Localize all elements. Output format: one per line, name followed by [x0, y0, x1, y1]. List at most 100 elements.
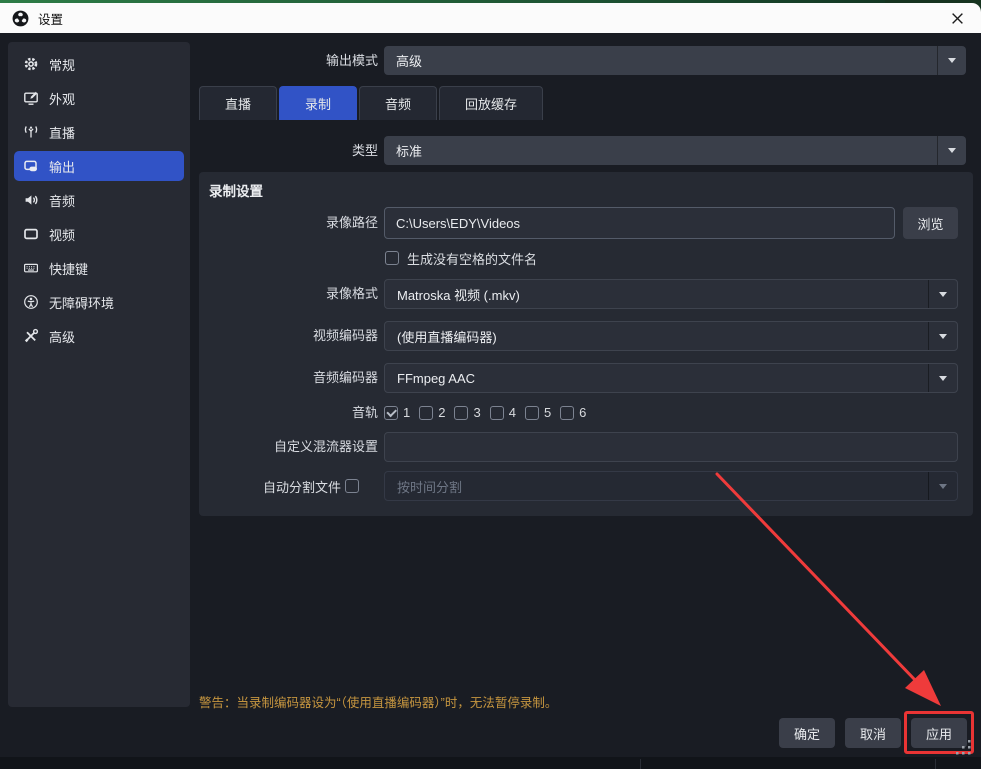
gear-icon: [23, 56, 39, 72]
no-space-filename-row: 生成没有空格的文件名: [385, 250, 537, 266]
tab-replay-buffer[interactable]: 回放缓存: [439, 86, 543, 120]
accessibility-icon: [23, 294, 39, 310]
tab-label: 直播: [225, 94, 251, 113]
sidebar-item-label: 快捷键: [49, 259, 88, 278]
output-mode-label: 输出模式: [199, 46, 378, 75]
audio-icon: [23, 192, 39, 208]
output-icon: [23, 158, 39, 174]
video-icon: [23, 226, 39, 242]
dropdown-arrow-cell: [937, 46, 966, 75]
close-button[interactable]: [942, 5, 972, 31]
audio-track-number: 3: [473, 405, 480, 420]
settings-window: 设置 常规 外观 直播: [0, 0, 981, 769]
video-encoder-label: 视频编码器: [199, 321, 378, 351]
divider: [640, 759, 641, 769]
sidebar-item-audio[interactable]: 音频: [14, 185, 184, 215]
tab-label: 回放缓存: [465, 94, 517, 113]
sidebar-item-output[interactable]: 输出: [14, 151, 184, 181]
ok-button[interactable]: 确定: [779, 718, 835, 748]
recording-settings-header: 录制设置: [209, 180, 263, 200]
dropdown-arrow-cell: [928, 364, 957, 392]
recording-format-label: 录像格式: [199, 279, 378, 309]
recording-format-select[interactable]: Matroska 视频 (.mkv): [384, 279, 958, 309]
tab-stream[interactable]: 直播: [199, 86, 277, 120]
audio-track-6-checkbox[interactable]: [560, 406, 574, 420]
tab-audio[interactable]: 音频: [359, 86, 437, 120]
type-select[interactable]: 标准: [384, 136, 966, 165]
output-mode-select[interactable]: 高级: [384, 46, 966, 75]
audio-track-5: 5: [525, 405, 551, 420]
titlebar[interactable]: 设置: [0, 3, 981, 33]
chevron-down-icon: [939, 292, 947, 301]
no-space-filename-label: 生成没有空格的文件名: [407, 249, 537, 268]
audio-track-1: 1: [384, 405, 410, 420]
settings-sidebar: 常规 外观 直播 输出: [8, 42, 190, 707]
chevron-down-icon: [948, 58, 956, 67]
audio-encoder-select[interactable]: FFmpeg AAC: [384, 363, 958, 393]
audio-track-row: 1 2 3 4 5 6: [384, 404, 595, 421]
sidebar-item-label: 视频: [49, 225, 75, 244]
stream-icon: [23, 124, 39, 140]
audio-track-number: 2: [438, 405, 445, 420]
video-encoder-value: (使用直播编码器): [385, 327, 928, 346]
sidebar-item-label: 外观: [49, 89, 75, 108]
no-space-filename-checkbox[interactable]: [385, 251, 399, 265]
auto-split-row: 自动分割文件: [199, 471, 359, 501]
appearance-icon: [23, 90, 39, 106]
audio-track-label: 音轨: [199, 404, 378, 421]
chevron-down-icon: [948, 148, 956, 157]
recording-format-value: Matroska 视频 (.mkv): [385, 285, 928, 304]
divider: [935, 759, 936, 769]
custom-muxer-label: 自定义混流器设置: [199, 432, 378, 462]
auto-split-mode-value: 按时间分割: [385, 477, 928, 496]
close-icon: [951, 12, 964, 25]
audio-track-4-checkbox[interactable]: [490, 406, 504, 420]
custom-muxer-input[interactable]: [384, 432, 958, 462]
type-value: 标准: [384, 141, 937, 160]
chevron-down-icon: [939, 376, 947, 385]
tab-recording[interactable]: 录制: [279, 86, 357, 120]
sidebar-item-appearance[interactable]: 外观: [14, 83, 184, 113]
type-label: 类型: [199, 136, 378, 165]
sidebar-item-hotkeys[interactable]: 快捷键: [14, 253, 184, 283]
audio-track-4: 4: [490, 405, 516, 420]
background-window-edge: [0, 757, 981, 769]
sidebar-item-video[interactable]: 视频: [14, 219, 184, 249]
video-encoder-select[interactable]: (使用直播编码器): [384, 321, 958, 351]
audio-track-5-checkbox[interactable]: [525, 406, 539, 420]
apply-highlight-box: [904, 711, 974, 754]
sidebar-item-label: 直播: [49, 123, 75, 142]
audio-track-3-checkbox[interactable]: [454, 406, 468, 420]
audio-track-3: 3: [454, 405, 480, 420]
sidebar-item-stream[interactable]: 直播: [14, 117, 184, 147]
audio-encoder-label: 音频编码器: [199, 363, 378, 393]
audio-track-number: 4: [509, 405, 516, 420]
audio-track-number: 1: [403, 405, 410, 420]
auto-split-checkbox[interactable]: [345, 479, 359, 493]
recording-path-label: 录像路径: [199, 207, 378, 239]
obs-logo-icon: [12, 10, 29, 27]
auto-split-mode-select[interactable]: 按时间分割: [384, 471, 958, 501]
tab-label: 录制: [305, 94, 331, 113]
cancel-button[interactable]: 取消: [845, 718, 901, 748]
chevron-down-icon: [939, 334, 947, 343]
auto-split-label: 自动分割文件: [263, 477, 341, 496]
hotkeys-icon: [23, 260, 39, 276]
browse-button[interactable]: 浏览: [903, 207, 958, 239]
sidebar-item-label: 无障碍环境: [49, 293, 114, 312]
sidebar-item-accessibility[interactable]: 无障碍环境: [14, 287, 184, 317]
sidebar-item-label: 输出: [49, 157, 75, 176]
audio-track-number: 6: [579, 405, 586, 420]
recording-path-input[interactable]: [384, 207, 895, 239]
audio-encoder-value: FFmpeg AAC: [385, 371, 928, 386]
output-tabs: 直播 录制 音频 回放缓存: [199, 86, 543, 120]
sidebar-item-general[interactable]: 常规: [14, 49, 184, 79]
dropdown-arrow-cell: [928, 280, 957, 308]
window-title: 设置: [38, 9, 63, 28]
audio-track-1-checkbox[interactable]: [384, 406, 398, 420]
sidebar-item-advanced[interactable]: 高级: [14, 321, 184, 351]
audio-track-2: 2: [419, 405, 445, 420]
sidebar-item-label: 高级: [49, 327, 75, 346]
audio-track-2-checkbox[interactable]: [419, 406, 433, 420]
dropdown-arrow-cell: [928, 472, 957, 500]
